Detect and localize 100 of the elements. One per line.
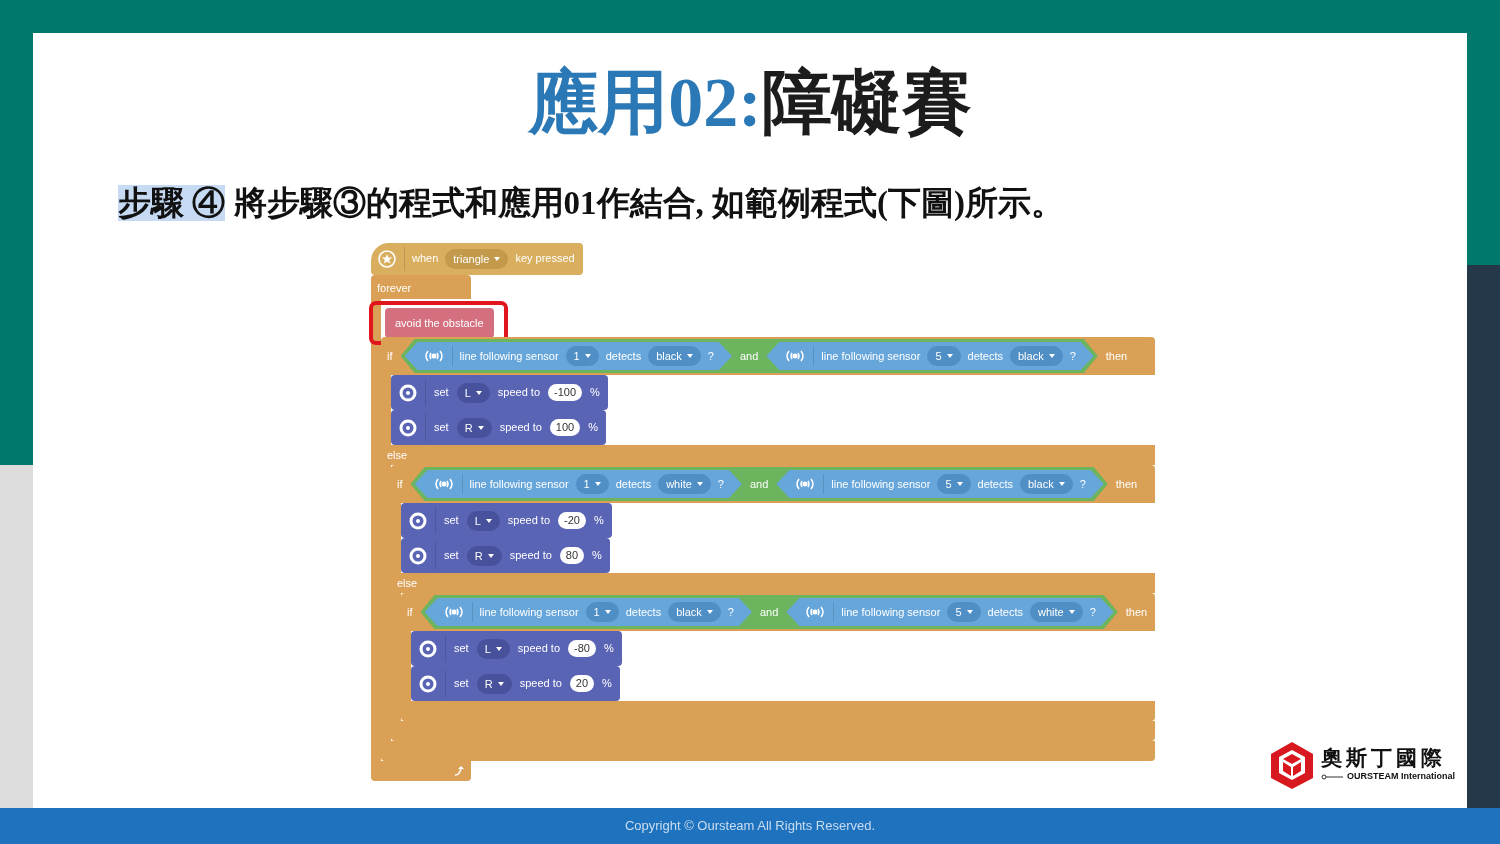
block-label: ? <box>1069 348 1076 364</box>
signal-icon <box>794 477 817 491</box>
dropdown[interactable]: L <box>476 638 510 659</box>
caret-icon <box>1058 482 1065 486</box>
dropdown[interactable]: R <box>456 417 492 438</box>
number-field[interactable]: -100 <box>548 384 583 401</box>
block-label: detects <box>987 604 1023 620</box>
block-label: if <box>397 476 403 492</box>
dropdown[interactable]: 1 <box>575 474 609 494</box>
logo-wordmark: 奧斯丁國際 <box>1321 746 1447 770</box>
dropdown[interactable]: L <box>466 510 500 531</box>
motor-icon <box>419 674 437 693</box>
number-field[interactable]: 100 <box>549 419 581 436</box>
block-label: if <box>387 348 393 364</box>
caret-icon <box>686 354 693 358</box>
loop-arrow-icon <box>453 765 465 777</box>
caret-icon <box>485 518 492 523</box>
caret-icon <box>477 425 484 430</box>
block-label: detects <box>977 476 1013 492</box>
line-icon <box>1321 773 1343 780</box>
block-label: then <box>1115 476 1138 492</box>
dropdown[interactable]: R <box>476 673 512 694</box>
motor-icon <box>419 639 437 658</box>
dropdown[interactable]: R <box>466 545 502 566</box>
caret-icon <box>696 482 703 486</box>
number-field[interactable]: -20 <box>558 512 586 529</box>
caret-icon <box>956 482 963 486</box>
block-label: ? <box>727 604 734 620</box>
dropdown[interactable]: triangle <box>445 248 509 269</box>
block-label: detects <box>625 604 662 620</box>
dropdown[interactable]: black <box>1020 474 1073 494</box>
block-label: and <box>739 348 759 364</box>
caret-icon <box>487 553 494 558</box>
block-label: when <box>412 251 439 267</box>
block-label: detects <box>967 348 1003 364</box>
cube-logo-icon <box>1269 740 1315 790</box>
dropdown[interactable]: L <box>456 382 490 403</box>
dropdown[interactable]: 5 <box>947 602 981 622</box>
dropdown[interactable]: black <box>1010 346 1063 366</box>
caret-icon <box>706 610 713 614</box>
block-label: % <box>593 513 604 529</box>
block-label: detects <box>605 348 642 364</box>
block-label: speed to <box>519 676 562 692</box>
block-label: line following sensor <box>469 476 569 492</box>
block-label: ? <box>707 348 714 364</box>
caret-icon <box>966 610 973 614</box>
number-field[interactable]: -80 <box>568 640 596 657</box>
block-label: ? <box>1089 604 1096 620</box>
motor-icon <box>409 546 427 565</box>
block-label: and <box>759 604 779 620</box>
custom-block: avoid the obstacle <box>385 307 494 338</box>
number-field[interactable]: 20 <box>569 675 595 692</box>
dropdown[interactable]: black <box>648 346 701 366</box>
dropdown[interactable]: 5 <box>927 346 961 366</box>
block-label: speed to <box>507 513 550 529</box>
dropdown[interactable]: 1 <box>585 602 619 622</box>
number-field[interactable]: 80 <box>559 547 585 564</box>
block-label: ? <box>1079 476 1086 492</box>
block-label: else <box>397 575 418 591</box>
dropdown[interactable]: 5 <box>937 474 971 494</box>
block-label: % <box>603 641 614 657</box>
block-label: % <box>592 548 602 564</box>
caret-icon <box>584 354 591 358</box>
block-label: set <box>454 641 469 657</box>
block-label: if <box>407 604 413 620</box>
block-label: set <box>454 676 469 692</box>
block-label: speed to <box>497 385 540 401</box>
dropdown[interactable]: 1 <box>565 346 599 366</box>
dropdown[interactable]: black <box>668 602 721 622</box>
signal-icon <box>422 349 445 363</box>
block-label: key pressed <box>515 251 575 267</box>
logo-tagline: OURSTEAM International <box>1347 769 1455 783</box>
block-label: line following sensor <box>841 604 941 620</box>
motor-icon <box>399 383 417 402</box>
caret-icon <box>495 646 502 651</box>
step-instruction: 步驟 ④ 將步驟③的程式和應用01作結合, 如範例程式(下圖)所示。 <box>118 184 1065 223</box>
caret-icon <box>475 390 482 395</box>
block-label: % <box>590 385 600 401</box>
dropdown[interactable]: white <box>658 474 711 494</box>
block-label: and <box>749 476 769 492</box>
caret-icon <box>1068 610 1075 614</box>
block-label: speed to <box>509 548 552 564</box>
block-label: set <box>444 548 459 564</box>
signal-icon <box>804 605 827 619</box>
block-label: % <box>602 676 612 692</box>
signal-icon <box>442 605 465 619</box>
caret-icon <box>1048 354 1055 358</box>
signal-icon <box>784 349 807 363</box>
block-label: line following sensor <box>479 604 579 620</box>
dropdown[interactable]: white <box>1030 602 1083 622</box>
caret-icon <box>946 354 953 358</box>
block-label: line following sensor <box>831 476 931 492</box>
block-label: line following sensor <box>821 348 921 364</box>
block-label: detects <box>615 476 652 492</box>
copyright-text: Copyright © Oursteam All Rights Reserved. <box>624 817 876 836</box>
block-label: speed to <box>499 420 542 436</box>
block-label: % <box>588 420 598 436</box>
block-label: set <box>434 385 449 401</box>
block-label: speed to <box>517 641 560 657</box>
signal-icon <box>432 477 455 491</box>
